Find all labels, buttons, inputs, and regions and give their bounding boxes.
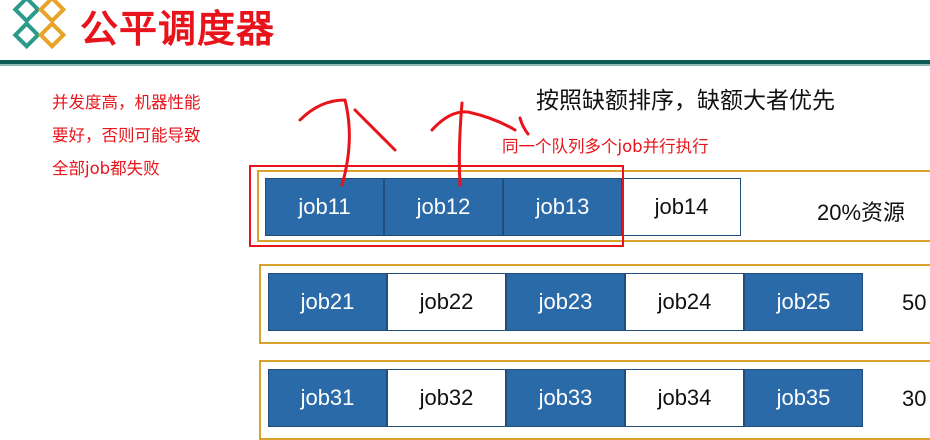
arrow-stroke: [457, 101, 464, 187]
arrow-stroke: [430, 110, 517, 132]
arrow-stroke: [353, 108, 397, 152]
handwritten-arrows: [298, 98, 530, 187]
arrow-stroke: [518, 116, 530, 136]
arrow-stroke: [298, 98, 351, 187]
